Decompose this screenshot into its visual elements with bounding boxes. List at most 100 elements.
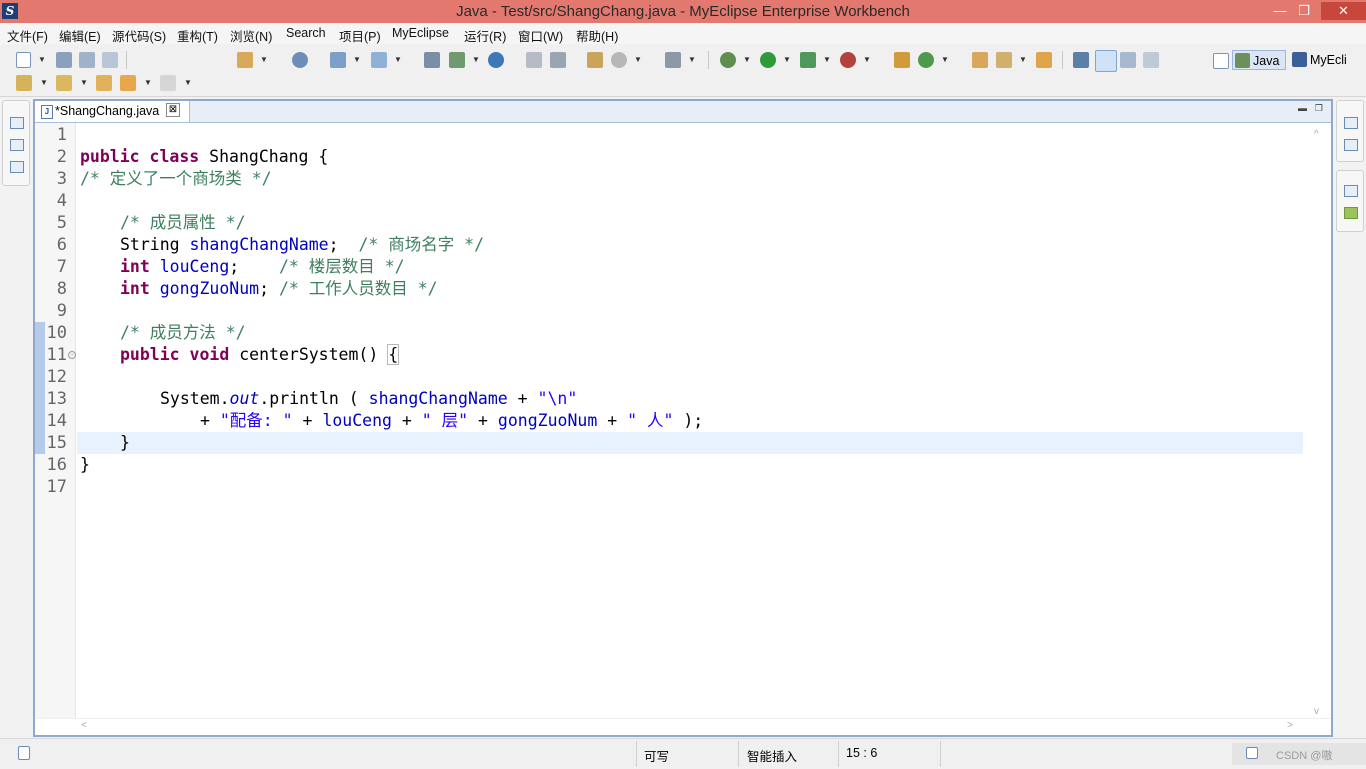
code-area[interactable]: 1 2 3 4 5 6 7 8 9 10 11 − 12 13 14 15 16…	[35, 101, 1331, 735]
open-type-icon[interactable]	[292, 52, 308, 68]
right-trim-bar-top	[1336, 100, 1364, 162]
prev-annotation-dropdown-icon[interactable]: ▼	[80, 79, 88, 87]
new-package-icon[interactable]	[894, 52, 910, 68]
menu-navigate[interactable]: 浏览(N)	[230, 26, 272, 45]
open-perspective-icon[interactable]	[1213, 53, 1229, 69]
cut-icon[interactable]	[526, 52, 542, 68]
restore-button[interactable]: ❐	[1289, 2, 1319, 20]
package-explorer-icon[interactable]	[10, 139, 24, 151]
menu-edit[interactable]: 编辑(E)	[59, 26, 101, 45]
menu-window[interactable]: 窗口(W)	[518, 26, 563, 45]
code-line: int gongZuoNum; /* 工作人员数目 */	[120, 279, 438, 298]
save-all-icon[interactable]	[79, 52, 95, 68]
fold-collapse-icon[interactable]: −	[68, 351, 76, 359]
java-perspective-icon	[1235, 53, 1250, 68]
line-number: 1	[56, 125, 67, 145]
code-editor[interactable]: J *ShangChang.java ⊠ ▬ ❐ ^ v < > 1 2 3 4…	[33, 99, 1333, 737]
external-tools-icon[interactable]	[840, 52, 856, 68]
tasks-icon[interactable]	[1344, 207, 1358, 219]
menu-refactor[interactable]: 重构(T)	[177, 26, 218, 45]
close-button[interactable]: ✕	[1321, 2, 1366, 20]
new-dropdown-icon[interactable]: ▼	[38, 56, 46, 64]
next-annotation-icon[interactable]	[16, 75, 32, 91]
run-icon[interactable]	[760, 52, 776, 68]
coverage-dropdown-icon[interactable]: ▼	[823, 56, 831, 64]
myeclipse-perspective-icon	[1292, 52, 1307, 67]
deploy-dropdown-icon[interactable]: ▼	[353, 56, 361, 64]
debug-dropdown-icon[interactable]: ▼	[743, 56, 751, 64]
code-line: public class ShangChang {	[80, 147, 329, 166]
toolbar: ▼ ▼ ▼ ▼ ▼ ▼ ▼ ▼ ▼ ▼ ▼ ▼ ▼ ▼ ▼ ▼ ▼	[0, 44, 1366, 97]
restore-bottom-icon[interactable]	[1246, 747, 1258, 759]
open-folder-icon[interactable]	[972, 52, 988, 68]
line-number: 8	[56, 279, 67, 299]
package-icon[interactable]	[587, 52, 603, 68]
perspective-java[interactable]: Java	[1232, 50, 1286, 70]
menu-help[interactable]: 帮助(H)	[576, 26, 618, 45]
menu-file[interactable]: 文件(F)	[7, 26, 48, 45]
server-icon[interactable]	[424, 52, 440, 68]
brush-icon[interactable]	[996, 52, 1012, 68]
last-edit-icon[interactable]	[96, 75, 112, 91]
save-icon[interactable]	[56, 52, 72, 68]
line-number: 4	[56, 191, 67, 211]
menu-search[interactable]: Search	[286, 26, 326, 40]
print-icon[interactable]	[102, 52, 118, 68]
camera-dropdown-icon[interactable]: ▼	[688, 56, 696, 64]
camera-icon[interactable]	[665, 52, 681, 68]
back-icon[interactable]	[120, 75, 136, 91]
forward-dropdown-icon[interactable]: ▼	[184, 79, 192, 87]
next-annotation-dropdown-icon[interactable]: ▼	[40, 79, 48, 87]
new-class-icon[interactable]	[918, 52, 934, 68]
restore-view-icon[interactable]	[10, 117, 24, 129]
block-selection-icon[interactable]	[1120, 52, 1136, 68]
fast-view-icon[interactable]	[18, 746, 30, 760]
new-java-project-icon[interactable]	[237, 52, 253, 68]
debug-icon[interactable]	[720, 52, 736, 68]
hierarchy-icon[interactable]	[10, 161, 24, 173]
server-dropdown-icon[interactable]: ▼	[472, 56, 480, 64]
brush-dropdown-icon[interactable]: ▼	[1019, 56, 1027, 64]
prev-annotation-icon[interactable]	[56, 75, 72, 91]
search-dropdown-icon[interactable]: ▼	[394, 56, 402, 64]
db-icon[interactable]	[611, 52, 627, 68]
search-icon[interactable]	[371, 52, 387, 68]
external-tools-dropdown-icon[interactable]: ▼	[863, 56, 871, 64]
browser-globe-icon[interactable]	[488, 52, 504, 68]
show-whitespace-icon[interactable]	[1143, 52, 1159, 68]
copy-icon[interactable]	[550, 52, 566, 68]
perspective-myeclipse[interactable]: MyEcli	[1290, 50, 1347, 70]
run-dropdown-icon[interactable]: ▼	[783, 56, 791, 64]
restore-outline-icon[interactable]	[1344, 117, 1358, 129]
db-dropdown-icon[interactable]: ▼	[634, 56, 642, 64]
mark-occurrences-icon[interactable]	[1095, 50, 1117, 72]
code-line: /* 成员属性 */	[120, 213, 246, 232]
status-bar: 可写 智能插入 15 : 6 CSDN @嗷	[0, 738, 1366, 769]
line-number: 16	[46, 455, 67, 475]
status-insert-mode: 智能插入	[747, 750, 798, 764]
run-server-icon[interactable]	[449, 52, 465, 68]
new-icon[interactable]	[16, 52, 31, 68]
restore-tasks-icon[interactable]	[1344, 185, 1358, 197]
line-number: 13	[46, 389, 67, 409]
annotation-icon[interactable]	[1073, 52, 1089, 68]
line-number: 6	[56, 235, 67, 255]
menu-run[interactable]: 运行(R)	[464, 26, 506, 45]
coverage-icon[interactable]	[800, 52, 816, 68]
code-line: /* 定义了一个商场类 */	[80, 169, 272, 188]
new-class-dropdown-icon[interactable]: ▼	[941, 56, 949, 64]
menu-project[interactable]: 项目(P)	[339, 26, 381, 45]
deploy-icon[interactable]	[330, 52, 346, 68]
new-java-dropdown-icon[interactable]: ▼	[260, 56, 268, 64]
outline-icon[interactable]	[1344, 139, 1358, 151]
line-number: 9	[56, 301, 67, 321]
back-dropdown-icon[interactable]: ▼	[144, 79, 152, 87]
menu-myeclipse[interactable]: MyEclipse	[392, 26, 449, 40]
code-line: + "配备: " + louCeng + " 层" + gongZuoNum +…	[200, 411, 704, 430]
menu-source[interactable]: 源代码(S)	[112, 26, 166, 45]
code-line: System.out.println ( shangChangName + "\…	[160, 389, 578, 408]
folder-icon[interactable]	[1036, 52, 1052, 68]
title-bar: S Java - Test/src/ShangChang.java - MyEc…	[0, 0, 1366, 23]
line-number: 15	[46, 433, 67, 453]
forward-icon[interactable]	[160, 75, 176, 91]
